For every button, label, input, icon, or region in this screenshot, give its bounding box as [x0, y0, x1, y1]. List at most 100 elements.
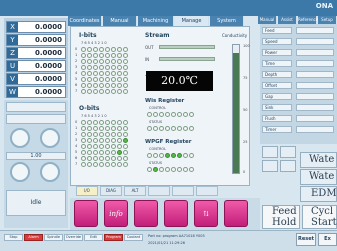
- right-tab-manual[interactable]: Manual: [258, 16, 277, 24]
- i-row-label: 0: [75, 47, 78, 51]
- wpgf-register-title: WPGF Register: [145, 139, 192, 145]
- stream-out-bar: [159, 45, 215, 49]
- status-line-2: 2021/01/21 11:29:26: [148, 241, 186, 245]
- tab-system[interactable]: System: [210, 16, 244, 26]
- param-row[interactable]: Time: [262, 60, 292, 67]
- bottom-button-override[interactable]: Override: [64, 234, 83, 241]
- param-value-field[interactable]: [296, 49, 334, 56]
- i-bit-led: [111, 83, 116, 88]
- tab-manual[interactable]: Manual: [103, 16, 137, 26]
- o-bit-led: [93, 150, 98, 155]
- tab-machining[interactable]: Machining: [138, 16, 174, 26]
- subtab-io[interactable]: I/O: [76, 186, 98, 196]
- wpgf-control-bit-led: [171, 153, 176, 158]
- wpgf-status-bit-led: [147, 167, 152, 172]
- bottom-button-alarm[interactable]: Alarm: [24, 234, 43, 241]
- wpgf-control-bit-led: [159, 153, 164, 158]
- bottom-button-coolant[interactable]: Coolant: [124, 234, 143, 241]
- i-bit-led: [123, 59, 128, 64]
- param-value-field[interactable]: [296, 38, 334, 45]
- bottom-button-spindle[interactable]: Spindle: [44, 234, 63, 241]
- o-row-label: 5: [75, 150, 78, 154]
- right-small-button-3[interactable]: [262, 160, 278, 172]
- right-small-button-1[interactable]: [262, 146, 278, 158]
- right-tab-reference[interactable]: Reference: [298, 16, 318, 24]
- tab-manage[interactable]: Manage: [175, 16, 209, 26]
- param-row[interactable]: Flush: [262, 115, 292, 122]
- wis-control-bit-led: [165, 112, 170, 117]
- i-bit-led: [111, 47, 116, 52]
- bottom-button-edit[interactable]: Edit: [84, 234, 103, 241]
- mode-selector[interactable]: [6, 102, 66, 112]
- i-bit-led: [105, 71, 110, 76]
- bottom-button-stop[interactable]: Stop: [4, 234, 23, 241]
- i-bit-led: [111, 71, 116, 76]
- function-button-3[interactable]: [134, 200, 158, 227]
- param-row[interactable]: Speed: [262, 38, 292, 45]
- subtab-empty-2[interactable]: [172, 186, 194, 196]
- tab-coordinates[interactable]: Coordinates: [68, 16, 102, 26]
- i-bit-led: [81, 89, 86, 94]
- jog-dial[interactable]: [10, 162, 30, 182]
- feed-override-dial[interactable]: [10, 128, 30, 148]
- o-bit-led: [99, 150, 104, 155]
- subtab-alt[interactable]: ALT: [124, 186, 146, 196]
- subtab-empty-3[interactable]: [196, 186, 218, 196]
- param-value-field[interactable]: [296, 93, 334, 100]
- param-value-field[interactable]: [296, 60, 334, 67]
- function-button-1[interactable]: [74, 200, 98, 227]
- axis-name: Z: [7, 48, 18, 58]
- function-button-info[interactable]: info: [104, 200, 128, 227]
- function-button-6[interactable]: [224, 200, 248, 227]
- subtab-empty-1[interactable]: [148, 186, 170, 196]
- exit-button[interactable]: Ex: [318, 233, 337, 246]
- param-value-field[interactable]: [296, 126, 334, 133]
- wis-status-bit-led: [171, 126, 176, 131]
- o-bit-led: [105, 150, 110, 155]
- param-row[interactable]: Sink: [262, 104, 292, 111]
- function-button-5[interactable]: ⇅: [194, 200, 218, 227]
- edm-button[interactable]: EDM: [300, 186, 337, 202]
- right-small-button-2[interactable]: [280, 146, 296, 158]
- i-bit-led: [81, 59, 86, 64]
- wpgf-status-bit-led: [183, 167, 188, 172]
- stream-in-label: IN: [145, 57, 150, 62]
- right-tab-assist[interactable]: Assist: [278, 16, 297, 24]
- right-tab-setup[interactable]: Setup: [318, 16, 337, 24]
- o-bit-led: [123, 138, 128, 143]
- param-value-field[interactable]: [296, 27, 334, 34]
- param-row[interactable]: Timer: [262, 126, 292, 133]
- i-bit-led: [87, 59, 92, 64]
- param-row[interactable]: Offset: [262, 82, 292, 89]
- subtab-diag[interactable]: DIAG: [100, 186, 122, 196]
- param-row[interactable]: Feed: [262, 27, 292, 34]
- i-bits-grid: 0 1 2 3 4 5 6 7: [75, 47, 128, 97]
- water-button-2[interactable]: Wate: [300, 169, 337, 185]
- speed-override-dial[interactable]: [40, 128, 60, 148]
- reset-button[interactable]: Reset: [296, 233, 316, 246]
- i-row-label: 1: [75, 53, 78, 57]
- param-value-field[interactable]: [296, 115, 334, 122]
- axis-row-w: W 0.0000: [6, 86, 66, 98]
- i-bit-led: [87, 65, 92, 70]
- feed-selector[interactable]: [6, 114, 66, 124]
- right-small-button-4[interactable]: [280, 160, 296, 172]
- feed-hold-button[interactable]: Feed Hold: [262, 205, 300, 229]
- param-value-field[interactable]: [296, 71, 334, 78]
- function-button-4[interactable]: [164, 200, 188, 227]
- param-row[interactable]: Depth: [262, 71, 292, 78]
- rate-dial[interactable]: [40, 162, 60, 182]
- param-row[interactable]: Power: [262, 49, 292, 56]
- wis-control-bit-led: [159, 112, 164, 117]
- wis-control-bit-led: [189, 112, 194, 117]
- param-value-field[interactable]: [296, 82, 334, 89]
- bottom-button-program[interactable]: Program: [104, 234, 123, 241]
- cycle-start-button[interactable]: Cycl Start: [302, 205, 337, 229]
- o-row-label: 2: [75, 132, 78, 136]
- param-row[interactable]: Gap: [262, 93, 292, 100]
- param-value-field[interactable]: [296, 104, 334, 111]
- o-bit-led: [99, 144, 104, 149]
- i-bit-led: [93, 65, 98, 70]
- gauge-tick: 100: [243, 44, 250, 48]
- water-button-1[interactable]: Wate: [300, 152, 337, 168]
